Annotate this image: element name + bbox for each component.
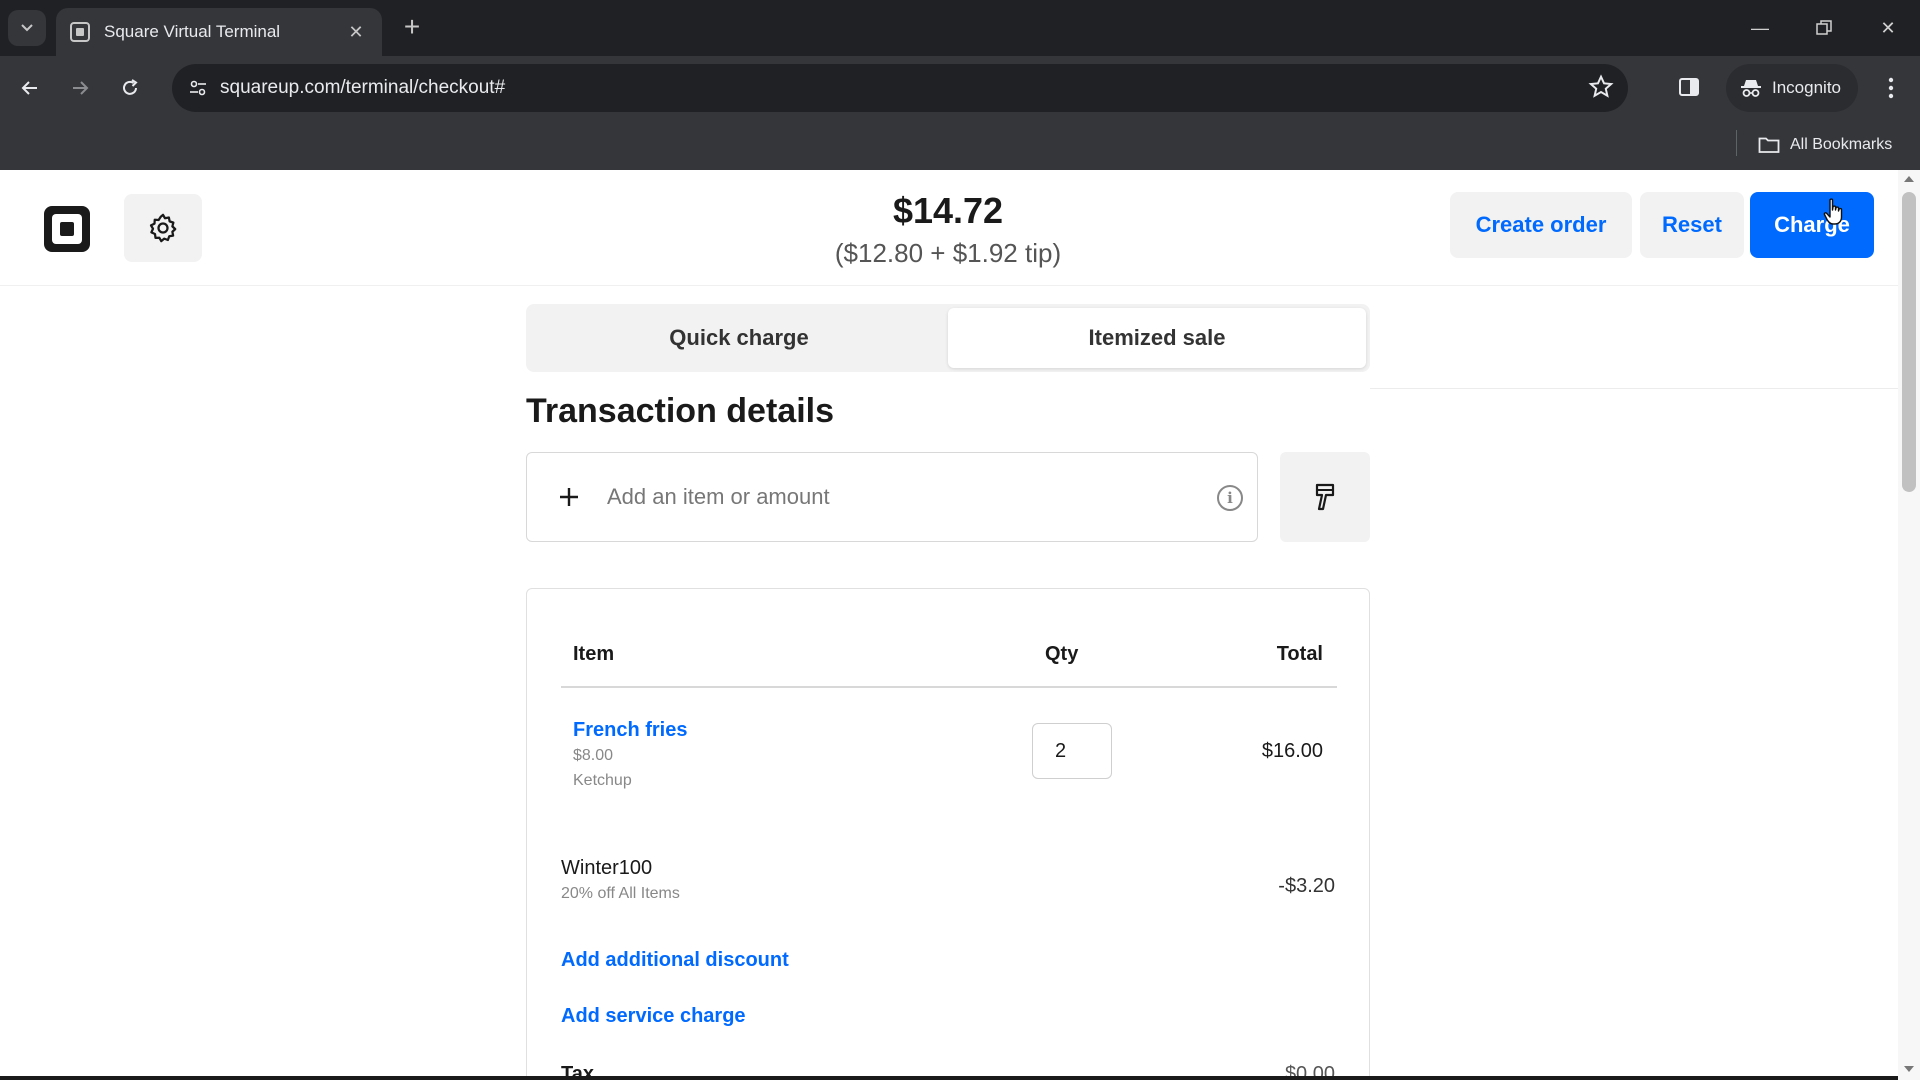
item-name-link[interactable]: French fries — [573, 719, 687, 742]
bookmarks-separator — [1736, 130, 1737, 156]
browser-tab[interactable]: Square Virtual Terminal ✕ — [56, 8, 382, 56]
browser-toolbar: squareup.com/terminal/checkout# Incognit… — [0, 56, 1920, 120]
chevron-down-icon — [21, 24, 33, 32]
add-item-placeholder: Add an item or amount — [607, 484, 830, 509]
tab-strip: Square Virtual Terminal ✕ + — ✕ — [0, 0, 1920, 56]
reload-icon[interactable] — [112, 70, 148, 106]
add-service-charge-link[interactable]: Add service charge — [561, 1005, 746, 1028]
site-settings-icon[interactable] — [184, 74, 212, 102]
discount-description: 20% off All Items — [561, 885, 680, 902]
column-header-item: Item — [573, 643, 615, 665]
create-order-button[interactable]: Create order — [1450, 192, 1632, 258]
folder-icon — [1758, 137, 1780, 153]
discount-amount: -$3.20 — [1278, 875, 1335, 897]
scroll-down-arrow-icon[interactable] — [1904, 1066, 1914, 1072]
item-line-total: $16.00 — [1261, 740, 1323, 762]
incognito-profile[interactable]: Incognito — [1726, 64, 1858, 112]
column-header-total: Total — [1276, 643, 1323, 665]
page-scrollbar[interactable] — [1898, 170, 1920, 1080]
scroll-thumb[interactable] — [1902, 192, 1916, 492]
minimize-icon[interactable]: — — [1740, 12, 1780, 44]
discount-name: Winter100 — [561, 857, 653, 879]
incognito-icon — [1741, 80, 1761, 97]
barcode-scanner-icon — [1315, 483, 1335, 511]
quantity-input[interactable]: 2 — [1032, 723, 1112, 779]
item-unit-price: $8.00 — [573, 747, 614, 764]
item-modifier: Ketchup — [573, 772, 632, 789]
section-title: Transaction details — [526, 392, 834, 430]
new-tab-button[interactable]: + — [396, 12, 428, 44]
column-header-qty: Qty — [1045, 643, 1079, 665]
amount-breakdown: ($12.80 + $1.92 tip) — [834, 238, 1062, 268]
profile-label: Incognito — [1772, 78, 1841, 97]
total-amount: $14.72 — [892, 190, 1004, 231]
page-header: $14.72 ($12.80 + $1.92 tip) Create order… — [0, 170, 1898, 286]
forward-icon[interactable] — [62, 70, 98, 106]
scan-button[interactable] — [1280, 452, 1370, 542]
restore-icon[interactable] — [1804, 12, 1844, 44]
pointer-cursor-icon — [1823, 198, 1843, 225]
tab-quick-charge[interactable]: Quick charge — [530, 308, 948, 368]
header-divider — [561, 686, 1337, 688]
add-item-input[interactable]: Add an item or amount i — [526, 452, 1258, 542]
square-logo-icon[interactable] — [44, 206, 90, 252]
all-bookmarks-button[interactable]: All Bookmarks — [1758, 130, 1892, 160]
divider — [1370, 388, 1898, 389]
address-bar[interactable]: squareup.com/terminal/checkout# — [172, 64, 1628, 112]
close-window-icon[interactable]: ✕ — [1868, 12, 1908, 44]
sale-mode-toggle: Quick charge Itemized sale — [526, 304, 1370, 372]
bookmark-star-icon[interactable] — [1588, 74, 1614, 105]
scroll-up-arrow-icon[interactable] — [1904, 176, 1914, 182]
tab-itemized-sale[interactable]: Itemized sale — [948, 308, 1366, 368]
reset-button[interactable]: Reset — [1640, 192, 1744, 258]
bottom-edge — [0, 1076, 1898, 1080]
tab-search-button[interactable] — [8, 10, 46, 46]
browser-menu-icon[interactable] — [1876, 70, 1906, 106]
gear-icon — [149, 213, 177, 243]
bookmarks-bar: All Bookmarks — [0, 120, 1920, 170]
all-bookmarks-label: All Bookmarks — [1790, 136, 1893, 153]
back-icon[interactable] — [12, 70, 48, 106]
charge-button[interactable]: Charge — [1750, 192, 1874, 258]
add-discount-link[interactable]: Add additional discount — [561, 949, 789, 972]
checkout-page: $14.72 ($12.80 + $1.92 tip) Create order… — [0, 170, 1898, 1080]
items-card: Item Qty Total French fries $8.00 Ketchu… — [526, 588, 1370, 1080]
url-text: squareup.com/terminal/checkout# — [220, 77, 506, 98]
settings-button[interactable] — [124, 194, 202, 262]
tab-title: Square Virtual Terminal — [104, 22, 281, 41]
side-panel-icon[interactable] — [1672, 70, 1706, 104]
close-tab-icon[interactable]: ✕ — [344, 22, 368, 43]
info-icon[interactable]: i — [1217, 485, 1243, 511]
plus-icon — [560, 488, 578, 506]
browser-chrome: Square Virtual Terminal ✕ + — ✕ squareup… — [0, 0, 1920, 170]
square-favicon-icon — [70, 22, 90, 42]
amount-summary: $14.72 ($12.80 + $1.92 tip) — [700, 190, 1196, 269]
